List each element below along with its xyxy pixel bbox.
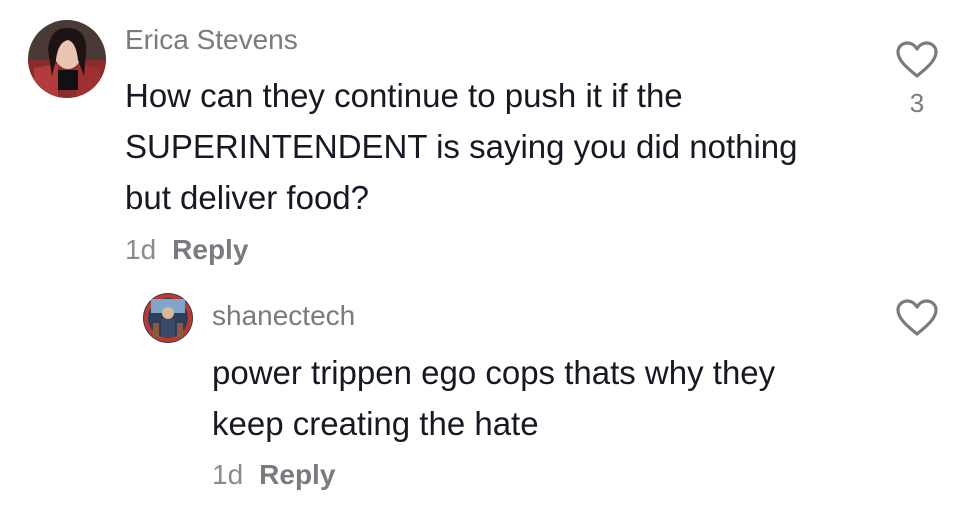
reply-timestamp: 1d xyxy=(212,459,244,490)
reply-button[interactable]: Reply xyxy=(172,234,248,265)
reply-text: power trippen ego cops thats why they ke… xyxy=(212,347,775,449)
comment-text-line: How can they continue to push it if the xyxy=(125,77,683,114)
reply-username[interactable]: shanectech xyxy=(212,300,355,332)
avatar-image xyxy=(28,20,106,98)
avatar[interactable] xyxy=(143,293,193,343)
comment-meta: 1d Reply xyxy=(125,234,248,266)
reply-text-line: keep creating the hate xyxy=(212,405,539,442)
heart-outline-icon xyxy=(896,41,938,78)
like-count: 3 xyxy=(909,88,925,118)
reply-button[interactable]: Reply xyxy=(259,459,335,490)
avatar-image xyxy=(143,293,193,343)
comment-username[interactable]: Erica Stevens xyxy=(125,24,298,56)
comment-text-line: SUPERINTENDENT is saying you did nothing xyxy=(125,128,798,165)
comment-text-line: but deliver food? xyxy=(125,179,370,216)
reply-text-line: power trippen ego cops thats why they xyxy=(212,354,776,391)
comment-text: How can they continue to push it if the … xyxy=(125,70,798,223)
reply-meta: 1d Reply xyxy=(212,459,335,491)
like-button[interactable] xyxy=(894,298,940,338)
heart-outline-icon xyxy=(896,299,938,336)
comment-timestamp: 1d xyxy=(125,234,157,265)
like-button[interactable]: 3 xyxy=(894,40,940,119)
avatar[interactable] xyxy=(28,20,106,98)
